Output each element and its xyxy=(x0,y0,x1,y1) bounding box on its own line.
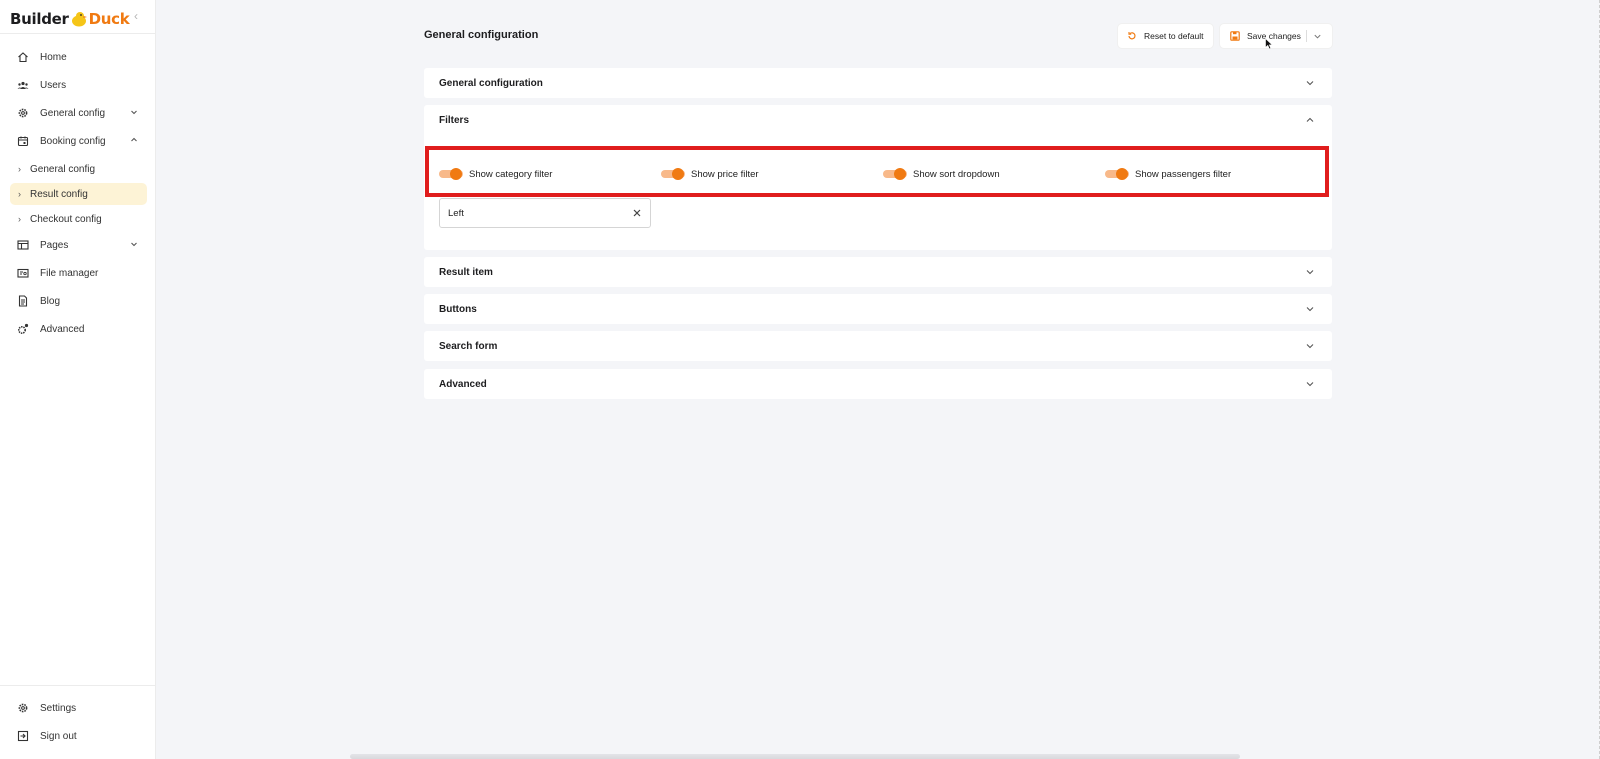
sidebar-item-label: Settings xyxy=(40,702,77,714)
select-value: Left xyxy=(448,207,464,219)
sidebar: Builder Duck ‹ Home Users General config… xyxy=(0,0,156,759)
sidebar-item-label: File manager xyxy=(40,267,99,279)
sidebar-item-users[interactable]: Users xyxy=(8,74,147,96)
sidebar-subitem-checkout-config[interactable]: › Checkout config xyxy=(10,208,147,230)
reset-icon xyxy=(1128,32,1136,40)
calendar-icon xyxy=(16,134,30,148)
sidebar-subitem-label: Result config xyxy=(30,188,88,200)
sidebar-subitem-result-config[interactable]: › Result config xyxy=(10,183,147,205)
sidebar-item-blog[interactable]: Blog xyxy=(8,290,147,312)
divider xyxy=(0,33,156,34)
document-icon xyxy=(16,294,30,308)
users-icon xyxy=(16,78,30,92)
panel-buttons[interactable]: Buttons xyxy=(424,294,1332,324)
sign-out-icon xyxy=(16,729,30,743)
divider xyxy=(0,685,156,686)
brand-logo-text-1: Builder xyxy=(10,10,69,28)
chevron-down-icon xyxy=(131,110,137,115)
sidebar-item-settings[interactable]: Settings xyxy=(8,697,147,719)
gear-icon xyxy=(16,106,30,120)
highlight-box xyxy=(425,146,1329,197)
sidebar-item-label: Home xyxy=(40,51,67,63)
sidebar-item-label: Advanced xyxy=(40,323,85,335)
sidebar-item-label: Pages xyxy=(40,239,69,251)
sidebar-item-file-manager[interactable]: File manager xyxy=(8,262,147,284)
table-icon xyxy=(16,238,30,252)
panel-advanced[interactable]: Advanced xyxy=(424,369,1332,399)
sidebar-item-sign-out[interactable]: Sign out xyxy=(8,725,147,747)
divider xyxy=(1306,30,1307,42)
sidebar-item-pages[interactable]: Pages xyxy=(8,234,147,256)
sidebar-item-label: Blog xyxy=(40,295,61,307)
chevron-down-icon[interactable] xyxy=(1304,340,1316,352)
reset-to-default-button[interactable]: Reset to default xyxy=(1118,24,1213,48)
mouse-cursor-icon xyxy=(1265,38,1273,50)
panel-title: Advanced xyxy=(439,378,487,390)
gear-icon xyxy=(16,701,30,715)
chevron-right-icon: › xyxy=(18,164,21,174)
sidebar-item-label: Booking config xyxy=(40,135,106,147)
sidebar-item-label: General config xyxy=(40,107,106,119)
sidebar-item-home[interactable]: Home xyxy=(8,46,147,68)
duck-icon xyxy=(71,12,87,27)
reset-button-label: Reset to default xyxy=(1144,31,1204,41)
chevron-down-icon[interactable] xyxy=(1304,266,1316,278)
panel-title: Result item xyxy=(439,266,493,278)
chevron-right-icon: › xyxy=(18,189,21,199)
sidebar-subitem-label: General config xyxy=(30,163,96,175)
sidebar-item-general-config[interactable]: General config xyxy=(8,102,147,124)
panel-title: Search form xyxy=(439,340,498,352)
chevron-down-icon[interactable] xyxy=(1304,77,1316,89)
folder-icon xyxy=(16,266,30,280)
panel-title: Buttons xyxy=(439,303,477,315)
sidebar-subitem-general-config[interactable]: › General config xyxy=(10,158,147,180)
filter-position-select[interactable]: Left xyxy=(439,198,651,228)
chevron-right-icon: › xyxy=(18,214,21,224)
chevron-down-icon[interactable] xyxy=(1304,378,1316,390)
brand-logo-text-2: Duck xyxy=(88,10,130,28)
save-button-label: Save changes xyxy=(1247,31,1301,41)
panel-title: General configuration xyxy=(439,77,543,89)
panel-title[interactable]: Filters xyxy=(439,105,469,135)
sidebar-item-advanced[interactable]: Advanced xyxy=(8,318,147,340)
chevron-down-icon[interactable] xyxy=(1313,32,1322,41)
sidebar-subitem-label: Checkout config xyxy=(30,213,102,225)
save-icon xyxy=(1230,31,1240,41)
collapse-sidebar-button[interactable]: ‹ xyxy=(134,9,138,23)
bottom-shadow xyxy=(350,754,1240,759)
chevron-up-icon xyxy=(131,137,137,142)
chevron-down-icon xyxy=(131,242,137,247)
save-changes-button[interactable]: Save changes xyxy=(1220,24,1332,48)
panel-result-item[interactable]: Result item xyxy=(424,257,1332,287)
advanced-gear-icon xyxy=(16,322,30,336)
panel-general-configuration[interactable]: General configuration xyxy=(424,68,1332,98)
sidebar-item-label: Users xyxy=(40,79,67,91)
panel-search-form[interactable]: Search form xyxy=(424,331,1332,361)
chevron-up-icon[interactable] xyxy=(1304,114,1316,126)
page-title: General configuration xyxy=(424,29,539,41)
home-icon xyxy=(16,50,30,64)
sidebar-item-label: Sign out xyxy=(40,730,77,742)
brand-logo[interactable]: Builder Duck xyxy=(10,6,130,32)
close-icon[interactable] xyxy=(632,208,642,218)
sidebar-item-booking-config[interactable]: Booking config xyxy=(8,130,147,152)
chevron-down-icon[interactable] xyxy=(1304,303,1316,315)
